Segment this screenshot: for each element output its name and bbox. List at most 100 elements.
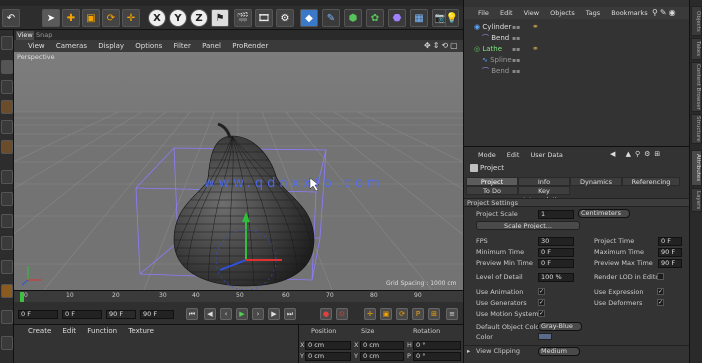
light-icon[interactable]: 💡 [445,9,459,27]
side-tab-objects[interactable]: Objects [691,6,702,36]
menu-cameras[interactable]: Cameras [56,42,87,50]
prev-frame-icon[interactable]: ‹ [220,308,232,320]
move-key-icon[interactable]: ✛ [364,308,376,320]
menu-prorender[interactable]: ProRender [232,42,268,50]
layers-icon[interactable] [1,310,13,324]
model-mode-icon[interactable] [1,60,13,74]
preview-end-field[interactable]: 90 F [106,310,136,319]
position-y-field[interactable]: 0 cm [305,352,351,361]
deformer-icon[interactable]: ⬣ [388,9,406,27]
visibility-column[interactable]: ▪▪ ▪▪ ▪▪ ▪▪ ▪▪ [512,22,524,77]
start-frame-field[interactable]: 0 F [62,310,102,319]
size-x-field[interactable]: 0 cm [360,341,404,350]
side-tab-structure[interactable]: Structure [691,114,702,144]
menu-tags[interactable]: Tags [586,9,600,17]
object-manager-tools[interactable]: ⚲✎◉ [652,8,688,17]
menu-user-data[interactable]: User Data [530,151,562,159]
move-icon[interactable]: ✚ [62,9,80,27]
scale-icon[interactable]: ▣ [82,9,100,27]
texture-mode-icon[interactable] [1,80,13,94]
make-editable-icon[interactable] [1,36,13,50]
tag-icon-2[interactable]: ⚭ [532,44,539,53]
viewport-nav-icons[interactable]: ✥⇕⟲▢ [424,41,460,51]
use-motion-system-checkbox[interactable]: ✓ [538,310,545,317]
pla-key-icon[interactable]: ⊞ [428,308,440,320]
undo-icon[interactable]: ↶ [2,9,20,27]
rotate-key-icon[interactable]: ⟳ [396,308,408,320]
play-icon[interactable]: ▶ [236,308,248,320]
tag-icon[interactable]: ⚭ [532,22,539,31]
menu-filter[interactable]: Filter [174,42,191,50]
menu-bookmarks[interactable]: Bookmarks [611,9,647,17]
next-frame-icon[interactable]: › [252,308,264,320]
use-expression-checkbox[interactable]: ✓ [657,288,664,295]
magnet-icon[interactable] [1,284,13,298]
edges-mode-icon[interactable] [1,120,13,134]
menu-view[interactable]: View [28,42,45,50]
use-deformers-checkbox[interactable]: ✓ [657,299,664,306]
grid-icon[interactable] [1,260,13,274]
record-icon[interactable]: ● [320,308,332,320]
axis-mode-icon[interactable] [1,170,13,184]
project-time-field[interactable]: 0 F [658,237,682,246]
content-icon[interactable] [1,336,13,350]
render-settings-icon[interactable]: ⚙ [276,9,294,27]
goto-end-icon[interactable]: ⏭ [284,308,296,320]
size-y-field[interactable]: 0 cm [360,352,404,361]
use-generators-checkbox[interactable]: ✓ [538,299,545,306]
menu-file[interactable]: File [478,9,489,17]
side-tab-content-browser[interactable]: Content Browser [691,62,702,112]
preview-max-time-field[interactable]: 90 F [658,259,682,268]
menu-options[interactable]: Options [135,42,162,50]
scene-icon[interactable]: ▦ [410,9,428,27]
rotate-icon[interactable]: ⟳ [102,9,120,27]
tweak-icon[interactable] [1,192,13,206]
workplane-icon[interactable] [1,236,13,250]
menu-texture[interactable]: Texture [128,327,154,335]
snap-icon[interactable] [1,214,13,228]
menu-edit[interactable]: Edit [500,9,513,17]
object-row-cylinder[interactable]: ◉ Cylinder [474,22,689,33]
select-icon[interactable]: ➤ [42,9,60,27]
tab-info[interactable]: Info [518,177,570,186]
rotation-h-field[interactable]: 0 ° [413,341,461,350]
timeline-ruler[interactable]: 0 10 20 30 40 50 60 70 80 90 [14,290,463,302]
menu-panel[interactable]: Panel [202,42,221,50]
x-axis-icon[interactable]: X [148,9,166,27]
menu-edit[interactable]: Edit [63,327,77,335]
z-axis-icon[interactable]: Z [190,9,208,27]
position-x-field[interactable]: 0 cm [305,341,351,350]
array-icon[interactable]: ✿ [366,9,384,27]
rotation-p-field[interactable]: 0 ° [413,352,461,361]
render-picture-icon[interactable]: 🎞 [255,9,273,27]
menu-create[interactable]: Create [28,327,51,335]
tab-to-do[interactable]: To Do [466,186,518,195]
tab-snap[interactable]: Snap [36,31,52,40]
render-lod-checkbox[interactable] [657,273,664,280]
use-animation-checkbox[interactable]: ✓ [538,288,545,295]
next-key-icon[interactable]: ▶ [268,308,280,320]
fps-field[interactable]: 30 [538,237,574,246]
tab-view[interactable]: View [16,31,34,40]
pen-icon[interactable]: ✎ [322,9,340,27]
current-frame-field[interactable]: 0 F [18,310,58,319]
tab-dynamics[interactable]: Dynamics [570,177,622,186]
maximum-time-field[interactable]: 90 F [658,248,682,257]
tab-key-interpolation[interactable]: Key Interpolation [518,186,570,204]
y-axis-icon[interactable]: Y [169,9,187,27]
subdivision-icon[interactable]: ⬢ [344,9,362,27]
viewport-canvas[interactable] [14,52,463,290]
project-scale-field[interactable]: 1 [538,210,574,219]
menu-objects[interactable]: Objects [550,9,575,17]
menu-function[interactable]: Function [87,327,117,335]
menu-mode[interactable]: Mode [478,151,496,159]
view-clipping-dropdown[interactable]: Medium [538,347,580,356]
side-tab-takes[interactable]: Takes [691,38,702,60]
coordinate-icon[interactable]: ⚑ [211,9,229,27]
attribute-nav-icons[interactable]: ◀ ▲⚲⚙⊞ [610,150,688,158]
tab-project-settings[interactable]: Project Settings [466,177,518,195]
goto-start-icon[interactable]: ⏮ [186,308,198,320]
scale-key-icon[interactable]: ▣ [380,308,392,320]
auto-key-icon[interactable]: ⊙ [336,308,348,320]
render-view-icon[interactable]: 🎬 [234,9,252,27]
